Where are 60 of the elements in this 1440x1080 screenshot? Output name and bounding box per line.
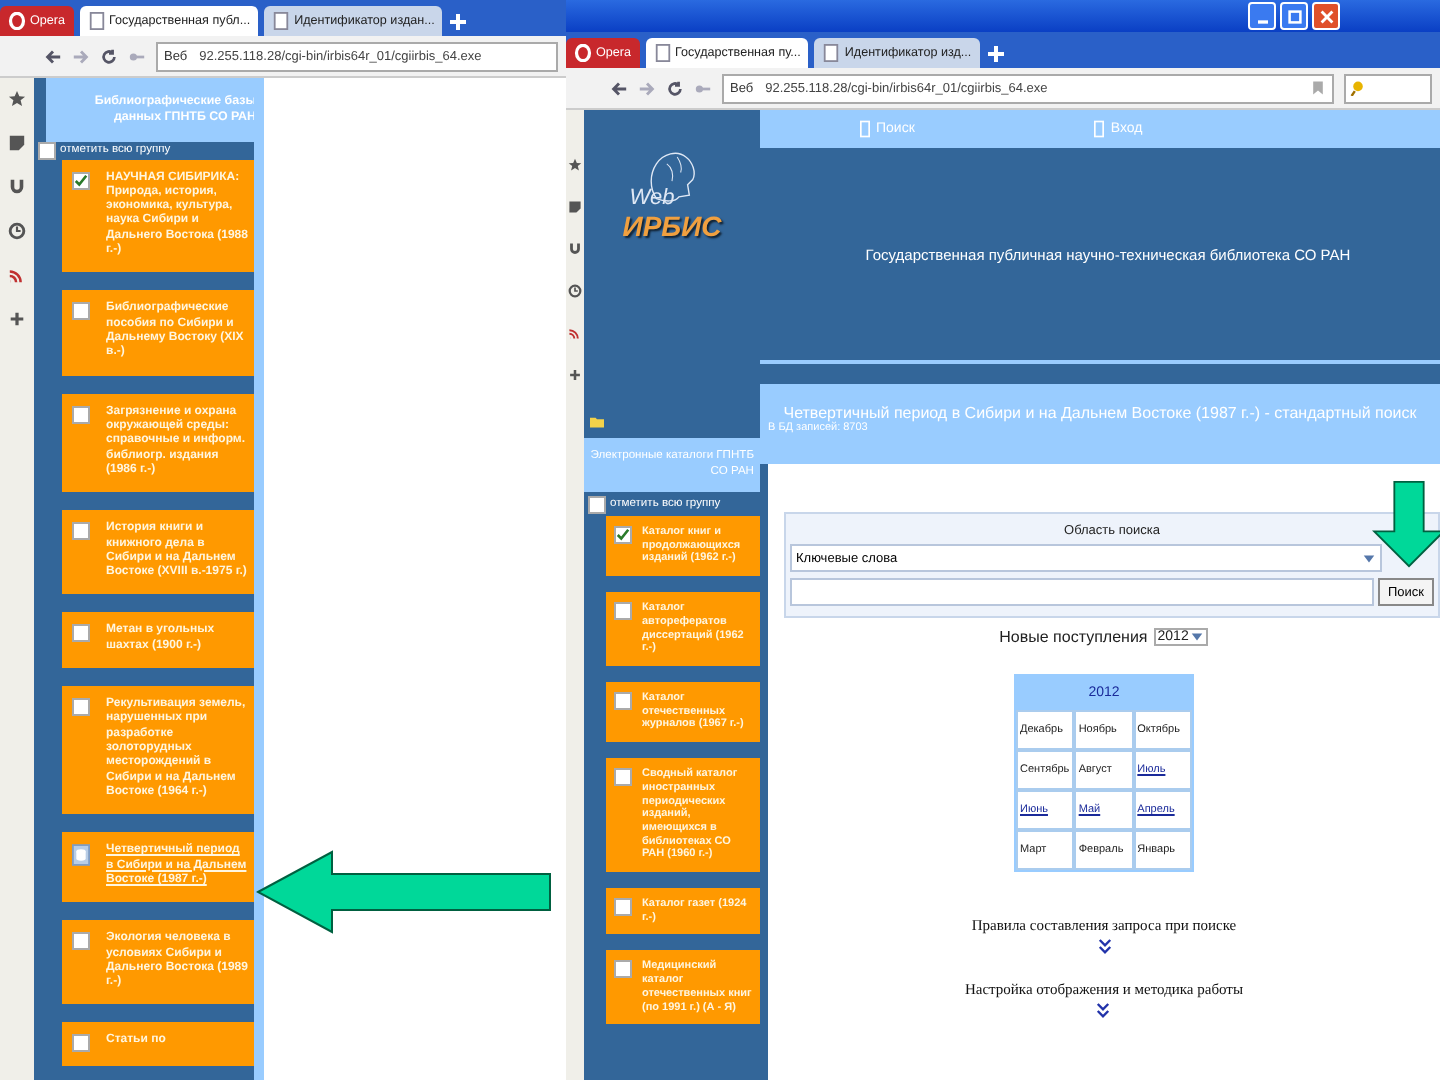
search-engine-icon [1350, 80, 1366, 96]
checkbox[interactable] [614, 768, 632, 787]
plus-icon[interactable] [568, 368, 582, 382]
page-icon [87, 12, 106, 30]
close-button[interactable] [1312, 2, 1340, 30]
folder-icon[interactable] [590, 416, 604, 428]
o-logo-icon [8, 12, 26, 30]
page-icon [1094, 120, 1105, 138]
close-icon [1317, 7, 1335, 25]
page-icon [860, 120, 870, 138]
checkbox[interactable] [72, 171, 90, 189]
double-chevron-icon[interactable] [1096, 1002, 1111, 1020]
checkbox[interactable] [72, 932, 90, 951]
reload-icon[interactable] [666, 79, 684, 97]
checkbox[interactable] [614, 602, 632, 621]
checkbox[interactable] [614, 691, 632, 710]
note-icon[interactable] [8, 134, 26, 152]
page-icon [822, 44, 841, 62]
magnet-icon[interactable] [8, 178, 26, 196]
database-icon [72, 844, 90, 867]
new-arrivals-label: Новые поступления [999, 628, 1148, 646]
checkbox[interactable] [72, 522, 90, 541]
back-icon[interactable] [44, 47, 62, 65]
checkbox[interactable] [614, 898, 632, 917]
checkbox[interactable] [38, 141, 56, 159]
maximize-button[interactable] [1280, 2, 1308, 30]
maximize-icon [1285, 7, 1303, 25]
arrow-down-icon [1372, 480, 1440, 568]
page-heading: Четвертичный период в Сибири и на Дальнем Востоке (1987 г.-) - стандартный поиск [781, 404, 1419, 422]
star-icon[interactable] [568, 158, 582, 172]
checkbox[interactable] [614, 960, 632, 979]
clock-icon[interactable] [568, 284, 582, 298]
page-icon [653, 44, 672, 62]
plus-icon[interactable] [8, 310, 26, 328]
dropdown-arrow-icon [1362, 551, 1376, 565]
note-icon[interactable] [568, 200, 582, 214]
checkbox[interactable] [72, 1034, 90, 1053]
o-logo-icon [574, 44, 592, 62]
star-icon[interactable] [8, 90, 26, 108]
dropdown-arrow-icon [1190, 630, 1205, 644]
logo: Web ИРБИС [584, 110, 760, 360]
reload-icon[interactable] [100, 47, 118, 65]
checkbox[interactable] [614, 526, 632, 545]
checkbox[interactable] [72, 624, 90, 643]
arrow-left-icon [256, 850, 552, 934]
clock-icon[interactable] [8, 222, 26, 240]
checkbox[interactable] [72, 302, 90, 321]
page-icon [272, 12, 291, 30]
back-icon[interactable] [610, 79, 628, 97]
magnet-icon[interactable] [568, 242, 582, 256]
feed-icon[interactable] [8, 266, 26, 284]
checkbox[interactable] [72, 698, 90, 717]
search-field[interactable] [1344, 73, 1432, 103]
checkbox[interactable] [72, 405, 90, 424]
minimize-icon [1257, 19, 1267, 23]
double-chevron-icon[interactable] [1097, 938, 1111, 956]
checkbox[interactable] [588, 495, 606, 514]
feed-icon[interactable] [568, 326, 582, 340]
query-input[interactable] [790, 578, 1374, 606]
minimize-button[interactable] [1248, 2, 1276, 30]
